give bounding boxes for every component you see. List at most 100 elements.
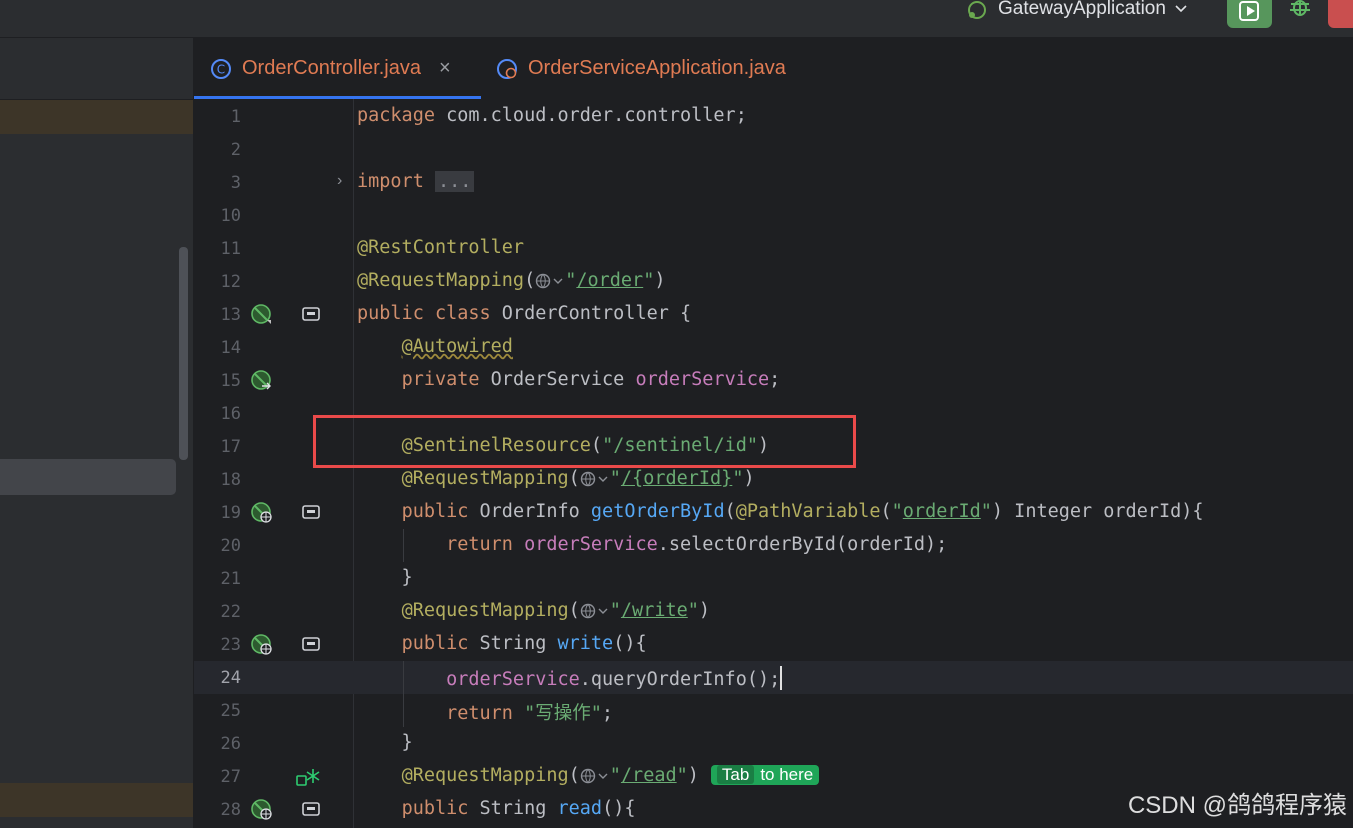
line-number: 27 xyxy=(220,767,241,787)
line-number: 3 xyxy=(230,173,241,193)
web-endpoint-icon[interactable] xyxy=(250,798,272,820)
line-number: 15 xyxy=(220,371,241,391)
line-number: 18 xyxy=(220,470,241,490)
line-number: 10 xyxy=(220,206,241,226)
code-line[interactable]: 23 public String write(){ xyxy=(194,628,1353,661)
tab-order-service-application[interactable]: OrderServiceApplication.java xyxy=(496,38,786,99)
chevron-down-icon xyxy=(1175,5,1187,13)
code-line[interactable]: 10 xyxy=(194,199,1353,232)
line-number: 21 xyxy=(220,569,241,589)
code-line[interactable]: 20 return orderService.selectOrderById(o… xyxy=(194,529,1353,562)
code-text: @RequestMapping("/write") xyxy=(401,600,711,621)
line-number: 20 xyxy=(220,536,241,556)
code-line[interactable]: 12 @RequestMapping("/order") xyxy=(194,265,1353,298)
code-text: } xyxy=(357,567,413,588)
line-number: 16 xyxy=(220,404,241,424)
line-number: 1 xyxy=(230,107,241,127)
globe-icon xyxy=(536,273,563,289)
code-text: package com.cloud.order.controller; xyxy=(357,105,747,126)
code-text: @RestController xyxy=(357,237,525,258)
endpoint-icon[interactable] xyxy=(302,637,320,651)
code-text: return "写操作"; xyxy=(446,703,613,724)
line-number: 28 xyxy=(220,800,241,820)
project-scrollbar[interactable] xyxy=(179,247,188,460)
code-line[interactable]: 26 } xyxy=(194,727,1353,760)
code-line[interactable]: 11 @RestController xyxy=(194,232,1353,265)
code-text: } xyxy=(357,732,413,753)
class-icon: C xyxy=(211,58,231,79)
tab-order-controller[interactable]: C OrderController.java × xyxy=(194,38,481,99)
code-text: private OrderService orderService; xyxy=(401,369,781,390)
spring-boot-icon xyxy=(968,1,986,19)
line-number: 11 xyxy=(220,239,241,259)
code-line[interactable]: 25 return "写操作"; xyxy=(194,694,1353,727)
autowired-bean-icon[interactable] xyxy=(250,369,272,391)
run-configuration-label: GatewayApplication xyxy=(998,0,1166,19)
globe-icon xyxy=(580,768,608,784)
line-number: 25 xyxy=(220,701,241,721)
endpoint-icon[interactable] xyxy=(302,802,320,816)
tab-hint-text: to here xyxy=(760,765,814,784)
code-line[interactable]: 1 package com.cloud.order.controller; xyxy=(194,100,1353,133)
project-tool-window xyxy=(0,38,193,828)
endpoint-icon[interactable] xyxy=(302,505,320,519)
line-number: 17 xyxy=(220,437,241,457)
code-line[interactable]: 13 public class OrderController { xyxy=(194,298,1353,331)
svg-text:C: C xyxy=(217,62,225,76)
tab-completion-hint[interactable]: Tab to here xyxy=(710,765,820,785)
web-endpoint-icon[interactable] xyxy=(250,501,272,523)
tab-label: OrderController.java xyxy=(242,57,421,79)
code-line[interactable]: 3 › import ... xyxy=(194,166,1353,199)
chevron-right-icon[interactable]: › xyxy=(337,172,342,190)
editor-tab-bar: C OrderController.java × OrderServiceApp… xyxy=(194,38,1353,100)
run-button[interactable] xyxy=(1227,0,1272,28)
line-number: 19 xyxy=(220,503,241,523)
spring-bean-icon[interactable] xyxy=(250,303,272,325)
web-endpoint-icon[interactable] xyxy=(250,633,272,655)
spring-app-icon xyxy=(497,58,517,79)
line-number: 14 xyxy=(220,338,241,358)
code-text: orderService.queryOrderInfo(); xyxy=(357,666,783,690)
annotation-highlight-box xyxy=(313,415,856,468)
code-line[interactable]: 22 @RequestMapping("/write") xyxy=(194,595,1353,628)
endpoint-icon[interactable] xyxy=(302,307,320,321)
watermark: CSDN @鸽鸽程序猿 xyxy=(1127,792,1347,819)
code-line[interactable]: 14 @Autowired xyxy=(194,331,1353,364)
code-text: @RequestMapping("/{orderId}") xyxy=(401,468,755,489)
code-line[interactable]: 15 private OrderService orderService; xyxy=(194,364,1353,397)
bug-icon xyxy=(1290,0,1310,16)
project-tree-highlight[interactable] xyxy=(0,783,193,817)
line-number: 13 xyxy=(220,305,241,325)
line-number: 2 xyxy=(230,140,241,160)
close-icon[interactable]: × xyxy=(439,57,451,80)
line-number: 23 xyxy=(220,635,241,655)
line-number: 24 xyxy=(220,668,241,688)
line-number: 12 xyxy=(220,272,241,292)
code-text: return orderService.selectOrderById(orde… xyxy=(446,534,948,555)
stop-button[interactable] xyxy=(1328,0,1353,28)
run-icon xyxy=(1239,1,1259,21)
tab-key-label: Tab xyxy=(716,765,755,784)
debug-button[interactable] xyxy=(1285,0,1315,24)
ai-completion-icon[interactable] xyxy=(296,767,320,787)
text-cursor xyxy=(780,666,783,690)
project-panel-header xyxy=(0,38,193,100)
code-line[interactable]: 21 } xyxy=(194,562,1353,595)
code-text: public class OrderController { xyxy=(357,303,692,324)
project-tree-highlight[interactable] xyxy=(0,100,193,134)
run-configuration-selector[interactable]: GatewayApplication xyxy=(966,0,1188,22)
code-text: @Autowired xyxy=(401,336,513,357)
code-text: import ... xyxy=(357,171,475,192)
globe-icon xyxy=(580,471,608,487)
globe-icon xyxy=(580,603,608,619)
line-number: 22 xyxy=(220,602,241,622)
code-text: @RequestMapping("/read") Tab to here xyxy=(357,765,820,786)
code-line-current[interactable]: 24 orderService.queryOrderInfo(); xyxy=(194,661,1353,694)
tab-label: OrderServiceApplication.java xyxy=(528,57,786,79)
project-tree-selected-item[interactable] xyxy=(0,459,176,495)
code-text: public String read(){ xyxy=(401,798,636,819)
code-line[interactable]: 2 xyxy=(194,133,1353,166)
top-toolbar: GatewayApplication xyxy=(0,0,1353,38)
code-line[interactable]: 19 public OrderInfo getOrderById(@PathVa… xyxy=(194,496,1353,529)
code-text: public OrderInfo getOrderById(@PathVaria… xyxy=(401,501,1204,522)
